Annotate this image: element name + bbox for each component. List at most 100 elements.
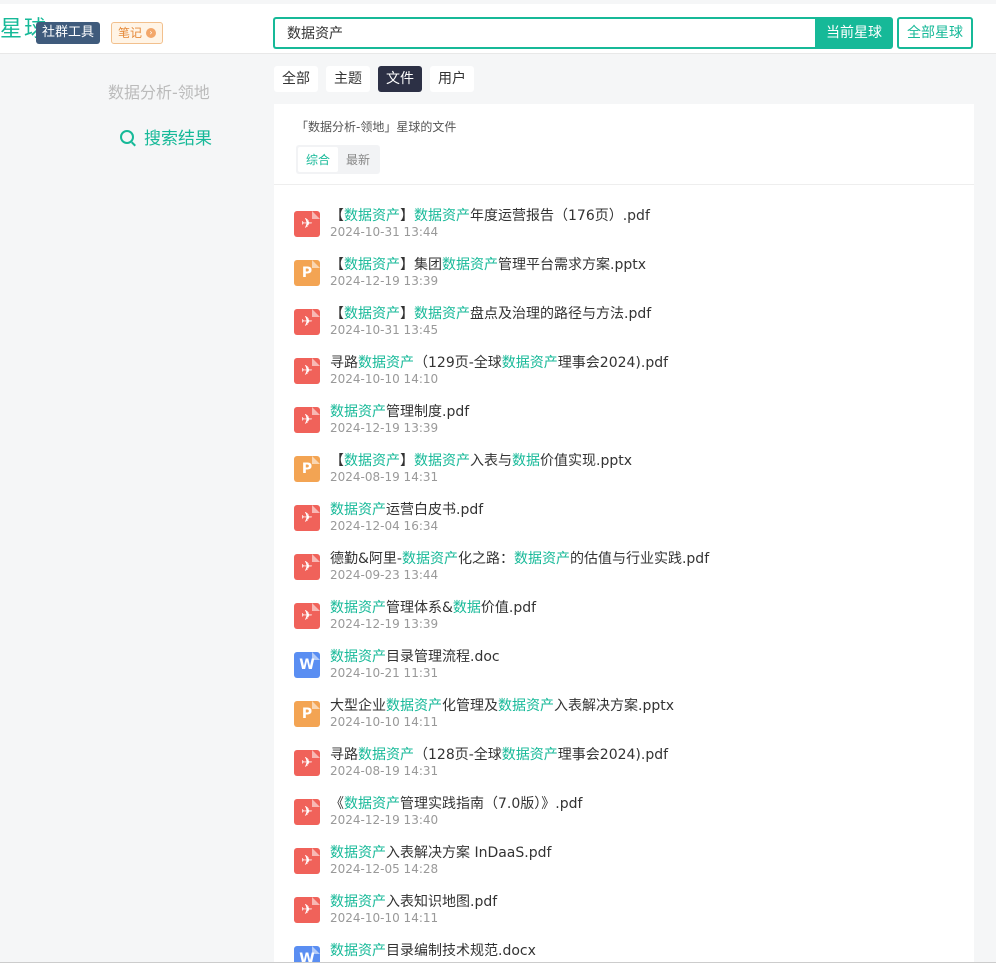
notes-badge[interactable]: 笔记 › [111, 22, 164, 44]
search-icon [120, 129, 134, 144]
ppt-file-icon: P [294, 260, 320, 286]
file-timestamp: 2024-08-19 14:31 [330, 470, 439, 484]
pdf-file-icon: ✈ [294, 554, 320, 580]
file-item[interactable]: ✈ 【数据资产】数据资产盘点及治理的路径与方法.pdf 2024-10-31 13:… [294, 303, 954, 343]
file-name-text: 管理平台需求方案.pptx [498, 257, 646, 273]
keyword-highlight: 数据资产 [344, 257, 400, 273]
keyword-highlight: 数据资产 [330, 600, 386, 616]
file-name-text: 价值.pdf [480, 600, 537, 616]
file-item[interactable]: W 数据资产目录管理流程.doc 2024-10-21 11:31 [294, 646, 954, 686]
tab-files[interactable]: 文件 [378, 66, 422, 92]
sort-comprehensive[interactable]: 综合 [298, 147, 339, 172]
tab-users[interactable]: 用户 [430, 66, 474, 92]
keyword-highlight: 数据资产 [414, 208, 470, 224]
file-name[interactable]: 数据资产运营白皮书.pdf [330, 499, 483, 519]
search-input[interactable] [275, 19, 817, 47]
file-item[interactable]: ✈ 数据资产入表解决方案 InDaaS.pdf 2024-12-05 14:28 [294, 842, 954, 882]
keyword-highlight: 数据资产 [358, 355, 414, 371]
doc-file-icon: W [294, 652, 320, 678]
file-name-text: 】 [400, 208, 414, 224]
file-name[interactable]: 数据资产入表知识地图.pdf [330, 891, 497, 911]
keyword-highlight: 数据资产 [344, 453, 400, 469]
keyword-highlight: 数据 [452, 600, 481, 616]
file-name[interactable]: 【数据资产】数据资产盘点及治理的路径与方法.pdf [330, 303, 651, 323]
search-current-planet-button[interactable]: 当前星球 [815, 17, 893, 49]
keyword-highlight: 数据资产 [330, 845, 386, 861]
file-name-text: 寻路 [330, 355, 358, 371]
results-panel: 「数据分析-领地」星球的文件 综合 最新 ✈ 【数据资产】数据资产年度运营报告（1… [274, 104, 974, 963]
keyword-highlight: 数据资产 [330, 404, 386, 420]
file-name[interactable]: 【数据资产】集团数据资产管理平台需求方案.pptx [330, 254, 646, 274]
file-name-text: （129页-全球 [414, 355, 502, 371]
file-name[interactable]: 数据资产管理制度.pdf [330, 401, 469, 421]
file-name-text: 运营白皮书.pdf [386, 502, 484, 518]
pdf-file-icon: ✈ [294, 505, 320, 531]
file-name-text: 化管理及 [442, 698, 498, 714]
file-name-text: 年度运营报告（176页）.pdf [470, 208, 650, 224]
keyword-highlight: 数据资产 [401, 551, 458, 567]
file-name-text: 理事会2024).pdf [557, 355, 669, 371]
file-item[interactable]: ✈ 寻路数据资产（129页-全球数据资产理事会2024).pdf 2024-10-1… [294, 352, 954, 392]
search-box [273, 17, 817, 49]
file-timestamp: 2024-10-31 13:45 [330, 323, 439, 337]
file-item[interactable]: ✈ 寻路数据资产（128页-全球数据资产理事会2024).pdf 2024-08-1… [294, 744, 954, 784]
file-name[interactable]: 寻路数据资产（128页-全球数据资产理事会2024).pdf [330, 744, 668, 764]
file-item[interactable]: ✈ 数据资产管理体系&数据价值.pdf 2024-12-19 13:39 [294, 597, 954, 637]
file-name-text: 盘点及治理的路径与方法.pdf [470, 306, 652, 322]
file-name[interactable]: 《数据资产管理实践指南（7.0版）》.pdf [330, 793, 582, 813]
file-name-text: 入表解决方案.pptx [554, 698, 674, 714]
search-all-planets-button[interactable]: 全部星球 [897, 17, 973, 49]
tab-all[interactable]: 全部 [274, 66, 318, 92]
file-name-text: 目录编制技术规范.docx [386, 943, 536, 959]
file-item[interactable]: P 大型企业数据资产化管理及数据资产入表解决方案.pptx 2024-10-10 1… [294, 695, 954, 735]
file-timestamp: 2024-12-04 16:34 [330, 519, 439, 533]
file-item[interactable]: P 【数据资产】集团数据资产管理平台需求方案.pptx 2024-12-19 13:… [294, 254, 954, 294]
file-timestamp: 2024-10-10 14:10 [330, 372, 439, 386]
file-item[interactable]: ✈ 数据资产管理制度.pdf 2024-12-19 13:39 [294, 401, 954, 441]
keyword-highlight: 数据资产 [330, 502, 386, 518]
file-name-text: 的估值与行业实践.pdf [569, 551, 710, 567]
file-name-text: 理事会2024).pdf [557, 747, 669, 763]
keyword-highlight: 数据资产 [344, 208, 400, 224]
file-name[interactable]: 数据资产管理体系&数据价值.pdf [330, 597, 536, 617]
file-name-text: 寻路 [330, 747, 358, 763]
file-name[interactable]: 数据资产目录管理流程.doc [330, 646, 500, 666]
file-item[interactable]: ✈ 数据资产运营白皮书.pdf 2024-12-04 16:34 [294, 499, 954, 539]
file-name[interactable]: 【数据资产】数据资产年度运营报告（176页）.pdf [330, 205, 650, 225]
file-name[interactable]: 德勤&阿里-数据资产化之路：数据资产的估值与行业实践.pdf [330, 548, 709, 568]
file-name-text: （128页-全球 [414, 747, 502, 763]
file-timestamp: 2024-12-19 13:39 [330, 274, 439, 288]
file-timestamp: 2024-10-10 14:11 [330, 911, 439, 925]
file-item[interactable]: ✈ 《数据资产管理实践指南（7.0版）》.pdf 2024-12-19 13:40 [294, 793, 954, 833]
tab-topics[interactable]: 主题 [326, 66, 370, 92]
file-name[interactable]: 寻路数据资产（129页-全球数据资产理事会2024).pdf [330, 352, 668, 372]
file-timestamp: 2024-12-19 13:40 [330, 813, 439, 827]
notes-label: 笔记 [118, 26, 143, 40]
file-name[interactable]: 大型企业数据资产化管理及数据资产入表解决方案.pptx [330, 695, 674, 715]
search-results-label: 搜索结果 [144, 129, 212, 149]
keyword-highlight: 数据资产 [414, 453, 470, 469]
file-name[interactable]: 【数据资产】数据资产入表与数据价值实现.pptx [330, 450, 632, 470]
file-name-text: 《 [330, 796, 344, 812]
sort-latest[interactable]: 最新 [338, 147, 378, 172]
panel-caption: 「数据分析-领地」星球的文件 [296, 120, 457, 134]
file-name[interactable]: 数据资产目录编制技术规范.docx [330, 940, 536, 960]
file-item[interactable]: ✈ 德勤&阿里-数据资产化之路：数据资产的估值与行业实践.pdf 2024-09-2… [294, 548, 954, 588]
pdf-file-icon: ✈ [294, 211, 320, 237]
file-item[interactable]: P 【数据资产】数据资产入表与数据价值实现.pptx 2024-08-19 14:3… [294, 450, 954, 490]
pdf-file-icon: ✈ [294, 407, 320, 433]
file-item[interactable]: ✈ 【数据资产】数据资产年度运营报告（176页）.pdf 2024-10-31 13… [294, 205, 954, 245]
sidebar-planet-title[interactable]: 数据分析-领地 [108, 79, 210, 103]
pdf-file-icon: ✈ [294, 897, 320, 923]
file-name-text: 【 [330, 208, 344, 224]
file-item[interactable]: ✈ 数据资产入表知识地图.pdf 2024-10-10 14:11 [294, 891, 954, 931]
file-name-text: 价值实现.pptx [540, 453, 632, 469]
sort-switch: 综合 最新 [296, 145, 381, 174]
keyword-highlight: 数据 [512, 453, 540, 469]
file-timestamp: 2024-09-23 13:44 [330, 568, 439, 582]
sidebar-search-results[interactable]: 搜索结果 [120, 124, 212, 149]
community-tools-badge[interactable]: 社群工具 [36, 22, 101, 44]
file-name-text: 【 [330, 306, 344, 322]
file-item[interactable]: W 数据资产目录编制技术规范.docx [294, 940, 954, 963]
file-name[interactable]: 数据资产入表解决方案 InDaaS.pdf [330, 842, 551, 862]
